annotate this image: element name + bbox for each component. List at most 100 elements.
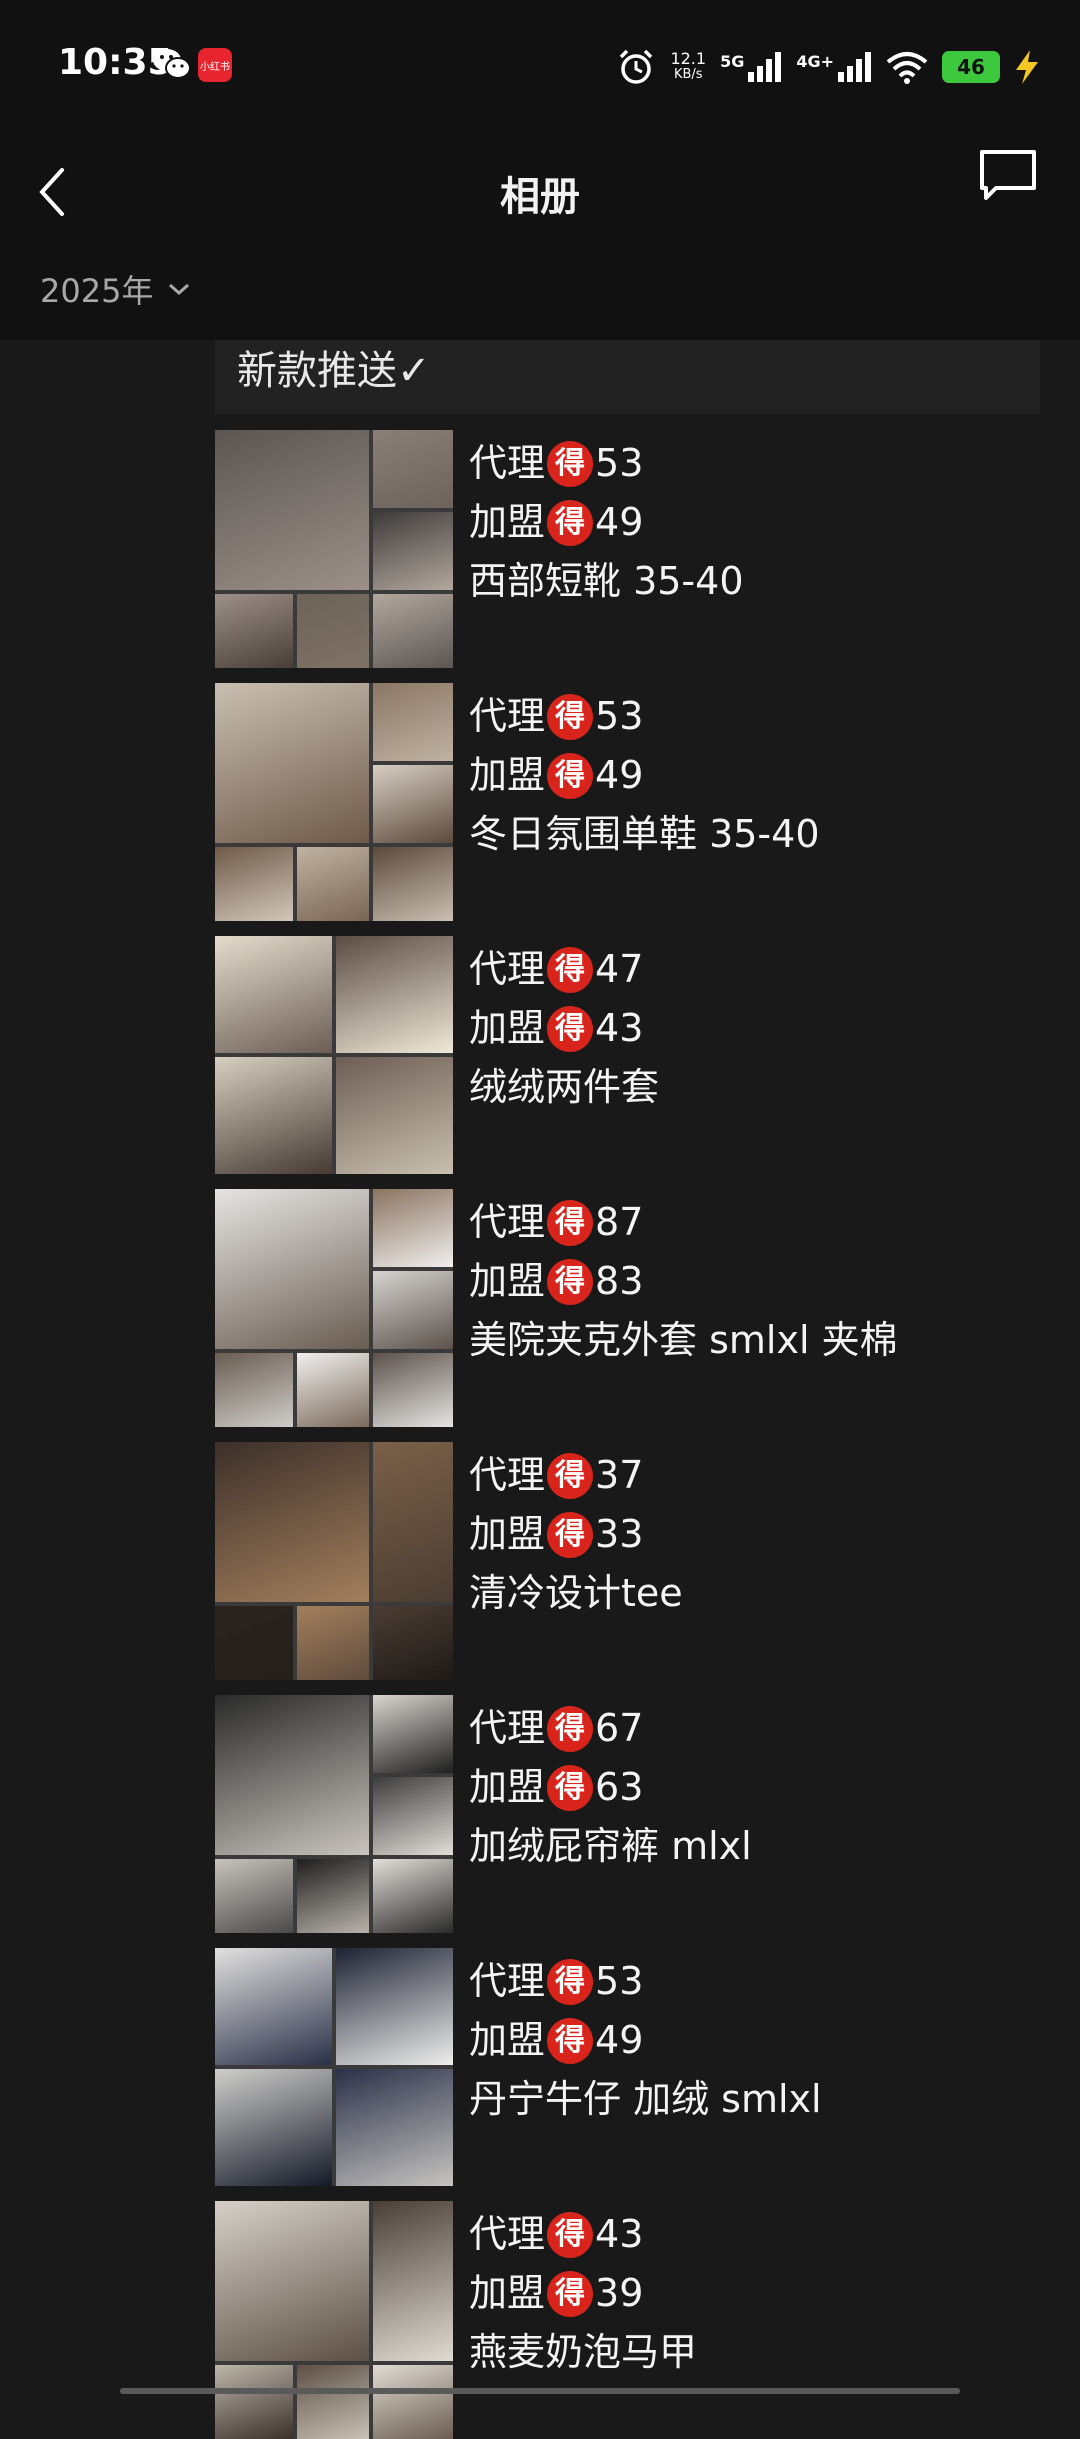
- album-post-item[interactable]: 代理得 53 加盟得 49 冬日氛围单鞋 35-40: [215, 683, 1040, 921]
- price-value: 37: [595, 1453, 644, 1497]
- photo-thumbnail: [373, 1353, 453, 1427]
- price-label: 加盟: [469, 1006, 546, 1050]
- album-post-item[interactable]: 代理得 47 加盟得 43 绒绒两件套: [215, 936, 1040, 1174]
- price-value: 49: [595, 753, 644, 797]
- post-thumbnail-collage[interactable]: [215, 683, 453, 921]
- franchise-price-line: 加盟得 83: [469, 1252, 898, 1311]
- navigation-bar: 相册: [0, 132, 1080, 252]
- product-description: 冬日氛围单鞋 35-40: [469, 812, 820, 856]
- price-label: 加盟: [469, 2271, 546, 2315]
- charging-icon: [1016, 50, 1038, 84]
- wechat-icon: [153, 49, 191, 79]
- price-label: 加盟: [469, 500, 546, 544]
- xiaohongshu-icon: 小红书: [198, 48, 232, 82]
- post-text: 代理得 87 加盟得 83 美院夹克外套 smlxl 夹棉: [469, 1193, 898, 1370]
- page-title: 相册: [500, 174, 580, 220]
- product-description: 清冷设计tee: [469, 1571, 683, 1615]
- post-thumbnail-collage[interactable]: [215, 1695, 453, 1933]
- home-indicator[interactable]: [120, 2388, 960, 2394]
- post-text: 代理得 67 加盟得 63 加绒屁帘裤 mlxl: [469, 1699, 752, 1876]
- year-filter-dropdown[interactable]: 2025年: [40, 266, 191, 312]
- photo-thumbnail: [336, 1057, 453, 1174]
- photo-thumbnail: [373, 683, 453, 761]
- album-post-item[interactable]: 代理得 37 加盟得 33 清冷设计tee: [215, 1442, 1040, 1680]
- photo-thumbnail: [373, 1189, 453, 1267]
- de-emoji-badge: 得: [547, 1005, 594, 1052]
- price-value: 67: [595, 1706, 644, 1750]
- price-value: 63: [595, 1765, 644, 1809]
- price-value: 53: [595, 694, 644, 738]
- product-description: 丹宁牛仔 加绒 smlxl: [469, 2077, 822, 2121]
- product-description: 加绒屁帘裤 mlxl: [469, 1824, 752, 1868]
- photo-thumbnail: [297, 2365, 369, 2439]
- de-emoji-badge: 得: [547, 2211, 594, 2258]
- photo-thumbnail: [297, 594, 369, 668]
- product-description: 西部短靴 35-40: [469, 559, 744, 603]
- photo-thumbnail: [215, 430, 369, 590]
- price-value: 33: [595, 1512, 644, 1556]
- post-thumbnail-collage[interactable]: [215, 430, 453, 668]
- photo-thumbnail: [215, 2365, 293, 2439]
- photo-thumbnail: [215, 1859, 293, 1933]
- post-text: 代理得 53 加盟得 49 冬日氛围单鞋 35-40: [469, 687, 820, 864]
- album-post-item[interactable]: 代理得 53 加盟得 49 西部短靴 35-40: [215, 430, 1040, 668]
- price-value: 47: [595, 947, 644, 991]
- franchise-price-line: 加盟得 33: [469, 1505, 683, 1564]
- photo-thumbnail: [215, 1353, 293, 1427]
- de-emoji-badge: 得: [547, 1199, 594, 1246]
- de-emoji-badge: 得: [547, 1764, 594, 1811]
- post-thumbnail-collage[interactable]: [215, 1948, 453, 2186]
- photo-thumbnail: [373, 847, 453, 921]
- price-value: 49: [595, 500, 644, 544]
- price-value: 39: [595, 2271, 644, 2315]
- de-emoji-badge: 得: [547, 499, 594, 546]
- de-emoji-badge: 得: [547, 1511, 594, 1558]
- album-post-item[interactable]: 代理得 43 加盟得 39 燕麦奶泡马甲: [215, 2201, 1040, 2439]
- price-value: 43: [595, 1006, 644, 1050]
- photo-thumbnail: [215, 683, 369, 843]
- signal-bars-icon: [838, 52, 871, 82]
- post-thumbnail-collage[interactable]: [215, 1189, 453, 1427]
- price-value: 43: [595, 2212, 644, 2256]
- agent-price-line: 代理得 47: [469, 940, 659, 999]
- photo-thumbnail: [373, 765, 453, 843]
- post-thumbnail-collage[interactable]: [215, 1442, 453, 1680]
- photo-thumbnail: [336, 1948, 453, 2065]
- alarm-icon: [620, 49, 653, 84]
- franchise-price-line: 加盟得 63: [469, 1758, 752, 1817]
- price-value: 87: [595, 1200, 644, 1244]
- de-emoji-badge: 得: [547, 440, 594, 487]
- price-value: 83: [595, 1259, 644, 1303]
- album-post-item[interactable]: 代理得 87 加盟得 83 美院夹克外套 smlxl 夹棉: [215, 1189, 1040, 1427]
- agent-price-line: 代理得 87: [469, 1193, 898, 1252]
- product-description: 美院夹克外套 smlxl 夹棉: [469, 1318, 898, 1362]
- photo-thumbnail: [215, 2069, 332, 2186]
- de-emoji-badge: 得: [547, 2270, 594, 2317]
- post-thumbnail-collage[interactable]: [215, 936, 453, 1174]
- price-label: 加盟: [469, 1259, 546, 1303]
- album-post-item[interactable]: 代理得 67 加盟得 63 加绒屁帘裤 mlxl: [215, 1695, 1040, 1933]
- battery-indicator: 46: [942, 51, 1000, 83]
- photo-thumbnail: [373, 1695, 453, 1773]
- price-label: 代理: [469, 1453, 546, 1497]
- photo-thumbnail: [215, 1606, 293, 1680]
- photo-thumbnail: [373, 1271, 453, 1349]
- album-post-item[interactable]: 代理得 53 加盟得 49 丹宁牛仔 加绒 smlxl: [215, 1948, 1040, 2186]
- status-icons: 12.1 KB/s 5G 4G+ 46: [616, 42, 1040, 92]
- de-emoji-badge: 得: [547, 1258, 594, 1305]
- post-thumbnail-collage[interactable]: [215, 2201, 453, 2439]
- post-text: 代理得 53 加盟得 49 西部短靴 35-40: [469, 434, 744, 611]
- photo-thumbnail: [297, 1606, 369, 1680]
- de-emoji-badge: 得: [547, 2017, 594, 2064]
- de-emoji-badge: 得: [547, 1958, 594, 2005]
- message-icon[interactable]: [978, 148, 1038, 202]
- price-label: 加盟: [469, 1765, 546, 1809]
- price-label: 代理: [469, 1959, 546, 2003]
- agent-price-line: 代理得 43: [469, 2205, 697, 2264]
- price-value: 53: [595, 1959, 644, 2003]
- photo-thumbnail: [215, 594, 293, 668]
- photo-thumbnail: [215, 1695, 369, 1855]
- network-speed: 12.1 KB/s: [670, 49, 707, 83]
- price-label: 加盟: [469, 1512, 546, 1556]
- photo-thumbnail: [373, 1859, 453, 1933]
